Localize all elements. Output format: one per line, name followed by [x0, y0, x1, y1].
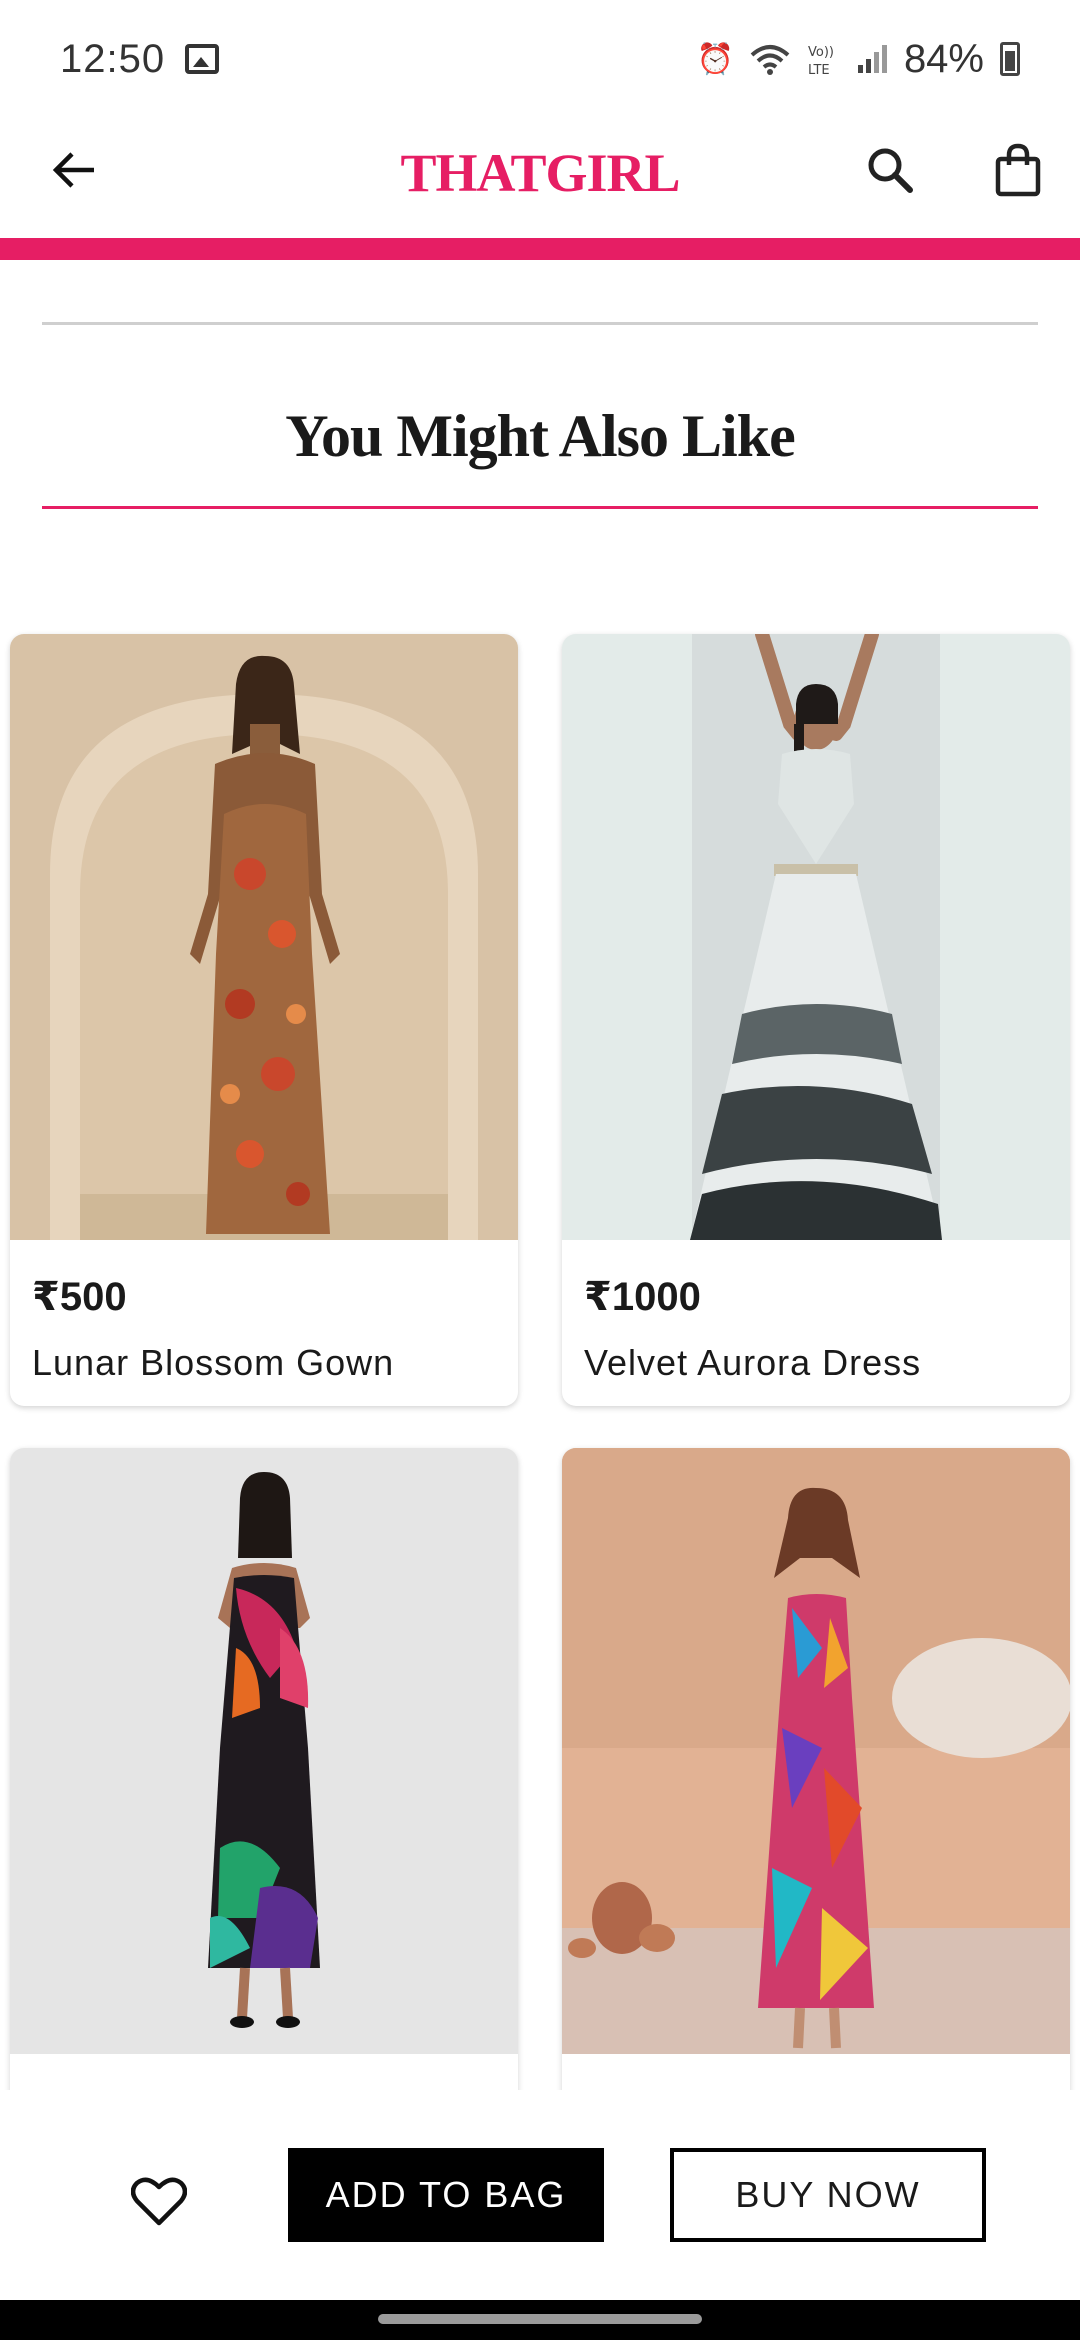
status-icons: ⏰ Vo)) LTE 84% — [697, 37, 1020, 82]
product-card[interactable] — [10, 1448, 518, 2138]
svg-text:Vo)): Vo)) — [808, 45, 834, 60]
app-header: THATGIRL — [0, 118, 1080, 238]
product-name: Lunar Blossom Gown — [32, 1342, 395, 1383]
add-to-bag-button[interactable]: ADD TO BAG — [288, 2148, 604, 2242]
back-button[interactable] — [44, 140, 104, 200]
bottom-action-bar: ADD TO BAG BUY NOW — [0, 2090, 1080, 2300]
signal-icon — [857, 45, 887, 73]
buy-now-button[interactable]: BUY NOW — [670, 2148, 986, 2242]
volte-icon: Vo)) LTE — [808, 45, 834, 77]
product-price: ₹500 — [32, 1275, 127, 1319]
product-card[interactable]: ₹1000 Velvet Aurora Dress — [562, 634, 1070, 1406]
brand-accent-bar — [0, 238, 1080, 260]
search-icon — [868, 148, 913, 193]
product-price: ₹1000 — [584, 1275, 701, 1319]
search-button[interactable] — [858, 138, 922, 202]
wishlist-button[interactable] — [126, 2172, 192, 2232]
shopping-bag-button[interactable] — [986, 136, 1050, 204]
heart-icon — [131, 2177, 187, 2226]
system-nav-bar — [0, 2300, 1080, 2340]
gallery-icon — [185, 44, 220, 74]
product-image[interactable] — [562, 1448, 1070, 2054]
home-gesture-bar[interactable] — [378, 2314, 702, 2324]
divider — [42, 322, 1038, 325]
battery-percent: 84% — [903, 36, 984, 81]
product-image[interactable] — [10, 1448, 518, 2054]
wifi-icon — [750, 45, 790, 75]
back-arrow-icon — [52, 152, 94, 188]
product-image[interactable] — [10, 634, 518, 1240]
alarm-icon: ⏰ — [696, 42, 734, 76]
product-name: Velvet Aurora Dress — [584, 1342, 922, 1383]
product-card[interactable] — [562, 1448, 1070, 2138]
product-card[interactable]: ₹500 Lunar Blossom Gown — [10, 634, 518, 1406]
status-bar: 12:50 ⏰ Vo)) LTE 84% — [0, 0, 1080, 118]
shopping-bag-icon — [995, 143, 1041, 197]
status-time: 12:50 — [60, 36, 166, 81]
battery-icon — [1000, 42, 1020, 76]
title-underline — [42, 506, 1038, 509]
svg-text:LTE: LTE — [808, 63, 830, 77]
product-image[interactable] — [562, 634, 1070, 1240]
section-title: You Might Also Like — [285, 403, 795, 469]
